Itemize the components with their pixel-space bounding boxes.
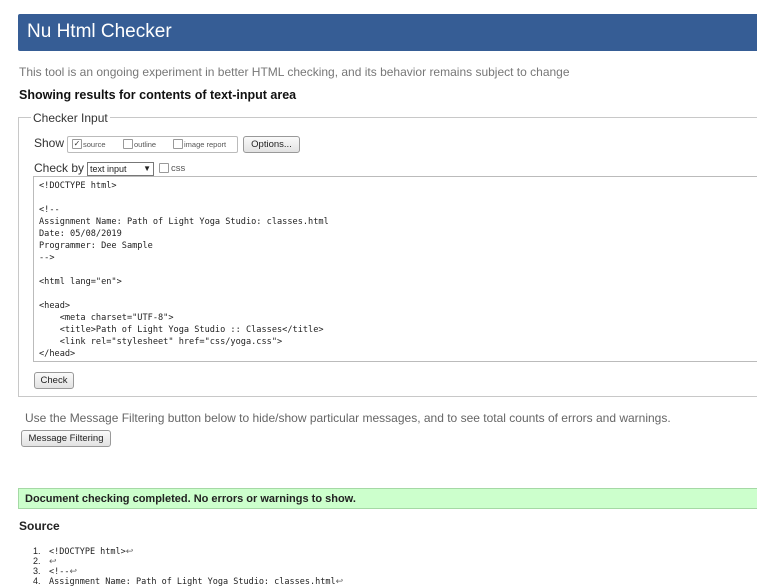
tagline-text: This tool is an ongoing experiment in be… xyxy=(19,65,570,79)
source-checkbox-label: source xyxy=(83,140,106,149)
source-checkbox[interactable]: ✓ xyxy=(72,139,82,149)
show-label: Show xyxy=(34,136,65,150)
checker-input-legend: Checker Input xyxy=(31,111,110,125)
app-header: Nu Html Checker xyxy=(18,14,757,51)
source-line: 3. <!--↩ xyxy=(33,566,343,577)
line-return-icon: ↩ xyxy=(49,556,57,566)
results-heading: Showing results for contents of text-inp… xyxy=(19,88,297,102)
app-title: Nu Html Checker xyxy=(27,21,172,42)
image-report-checkbox[interactable] xyxy=(173,139,183,149)
status-banner: Document checking completed. No errors o… xyxy=(18,488,757,509)
status-message: Document checking completed. No errors o… xyxy=(25,493,356,505)
source-textarea[interactable]: <!DOCTYPE html> <!-- Assignment Name: Pa… xyxy=(33,176,757,362)
source-line-code: <!DOCTYPE html> xyxy=(49,547,126,557)
source-line: 2. ↩ xyxy=(33,556,343,566)
check-by-selected-value: text input xyxy=(90,164,127,174)
outline-checkbox[interactable] xyxy=(123,139,133,149)
check-button[interactable]: Check xyxy=(34,372,74,389)
source-line: 1. <!DOCTYPE html>↩ xyxy=(33,546,343,557)
source-heading: Source xyxy=(19,519,60,533)
source-line-code: Assignment Name: Path of Light Yoga Stud… xyxy=(49,577,336,587)
line-return-icon: ↩ xyxy=(125,546,134,556)
check-by-label: Check by xyxy=(34,161,85,175)
source-line-number: 4. xyxy=(33,576,41,586)
message-filtering-note: Use the Message Filtering button below t… xyxy=(25,411,671,425)
message-filtering-button[interactable]: Message Filtering xyxy=(21,430,111,447)
outline-checkbox-label: outline xyxy=(134,140,157,149)
css-checkbox[interactable] xyxy=(159,163,169,173)
source-listing: 1. <!DOCTYPE html>↩ 2. ↩ 3. <!--↩ 4. Assignment… xyxy=(33,546,344,587)
dropdown-arrow-icon: ▼ xyxy=(143,164,151,173)
check-by-select[interactable]: text input ▼ xyxy=(87,162,154,176)
options-button[interactable]: Options... xyxy=(243,136,300,153)
source-line-number: 2. xyxy=(33,556,41,566)
source-line-number: 3. xyxy=(33,566,41,576)
source-line-number: 1. xyxy=(33,546,41,556)
image-report-checkbox-label: image report xyxy=(184,140,227,149)
source-line: 4. Assignment Name: Path of Light Yoga St… xyxy=(33,576,344,587)
css-checkbox-label: css xyxy=(171,163,186,174)
line-return-icon: ↩ xyxy=(335,576,344,586)
source-textarea-content: <!DOCTYPE html> <!-- Assignment Name: Pa… xyxy=(39,181,329,359)
line-return-icon: ↩ xyxy=(69,566,78,576)
show-options-group: ✓ source outline image report xyxy=(67,136,238,153)
